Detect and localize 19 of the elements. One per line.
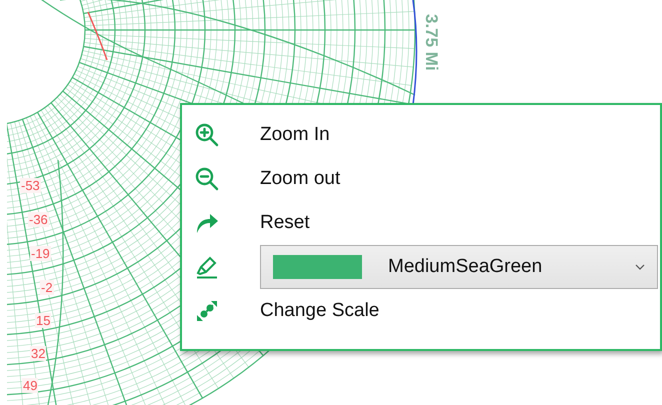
- curved-arrow-icon: [195, 211, 219, 235]
- zoom-out-icon: [195, 167, 219, 191]
- chevron-down-icon: [635, 264, 645, 270]
- scale-label: 49: [22, 378, 38, 393]
- scale-label: -53: [20, 178, 41, 193]
- zoom-in-icon: [195, 123, 219, 147]
- color-dropdown[interactable]: MediumSeaGreen: [260, 245, 658, 289]
- scale-arrows-icon: [195, 299, 219, 323]
- axis-label: 3.75 Mi: [421, 14, 441, 71]
- scale-label: -19: [30, 246, 51, 261]
- scale-label: -36: [28, 212, 49, 227]
- menu-item[interactable]: Zoom out: [260, 166, 340, 192]
- marker-pen-icon: [195, 255, 219, 279]
- scale-label: -2: [40, 280, 54, 295]
- scale-label: 32: [30, 346, 46, 361]
- scale-label: 15: [35, 313, 52, 328]
- menu-item[interactable]: Reset: [260, 210, 310, 236]
- menu-item[interactable]: Change Scale: [260, 298, 380, 324]
- menu-item[interactable]: Zoom In: [260, 122, 330, 148]
